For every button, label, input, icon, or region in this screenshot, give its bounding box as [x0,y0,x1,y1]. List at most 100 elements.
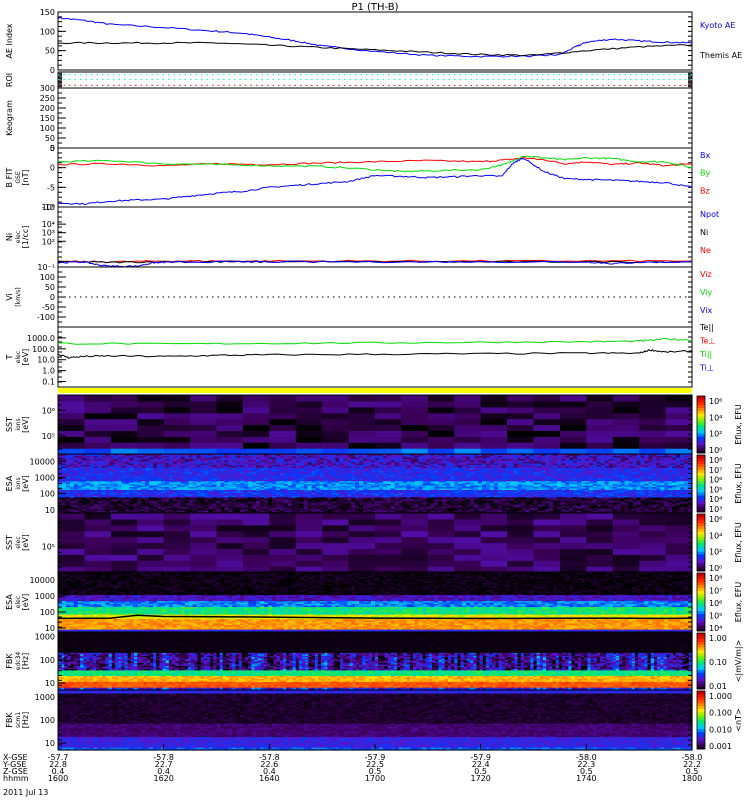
spectrogram-cell [454,425,481,432]
spectrogram-cell [58,436,85,443]
legend-bx: Bx [700,151,710,160]
spectrogram-cell [428,401,455,408]
spectrogram-cell [190,419,217,426]
spectrogram-cell [481,419,508,426]
spectrogram-cell [190,407,217,414]
ni-frame [58,207,692,267]
y-tick-label: 50 [45,47,55,56]
panel-t: 0.11.010.0100.01000.0Telec[eV]Te||Te⊥Ti|… [5,323,715,387]
spectrogram-cell [666,425,693,432]
panel-keogram: 050100150200250300Keogram [5,84,692,153]
spectrogram-cell [164,413,191,420]
spectrogram-cell [534,401,561,408]
y-axis-label: Vi [5,293,14,301]
spectrogram-cell [507,395,534,402]
spectrogram-cell [375,425,402,432]
spectrogram-cell [586,436,613,443]
spectrogram-cell [639,401,666,408]
y-tick-label: 100.0 [32,345,55,354]
y-tick-label: 100 [40,124,55,133]
y-axis-label: [1/cc] [21,226,30,249]
spectrogram-cell [217,395,244,402]
spectrogram-cell [243,425,270,432]
spectrogram-cell [164,442,191,449]
spectrogram-cell [507,436,534,443]
colorbar-tick-label: 10⁶ [709,397,722,406]
y-tick-label: 5 [50,144,55,153]
spectrogram-cell [349,436,376,443]
spectrogram-cell [137,395,164,402]
spectrogram-cell [375,407,402,414]
spectrogram-cell [296,442,323,449]
legend-kyoto-ae: Kyoto AE [700,21,735,30]
series-bx [58,159,692,205]
spectrogram-cell [190,401,217,408]
spectrogram-cell [84,442,111,449]
spectrogram-cell [269,419,296,426]
spectrogram-cell [58,401,85,408]
legend-ti-: Ti|| [699,350,712,359]
y-tick-label: 200 [40,104,55,113]
y-tick-label: 10³ [42,229,55,238]
spectrogram-cell [137,442,164,449]
spectrogram-cell [401,407,428,414]
spectrogram-cell [639,407,666,414]
spectrogram-cell [243,419,270,426]
y-axis-label: B FIT [5,167,14,187]
spectrogram-cell [269,425,296,432]
spectrogram-cell [296,430,323,437]
spectrogram-cell [243,413,270,420]
legend-ni: Ni [700,228,708,237]
spectrogram-cell [217,419,244,426]
spectrogram-cell [375,401,402,408]
spectrogram-cell [269,430,296,437]
panel-bfit: -10-505B FITGSE[nT]BxByBz [5,144,710,212]
spectrogram-cell [401,425,428,432]
spectrogram-cell [586,401,613,408]
spectrogram-cell [190,430,217,437]
spectrogram-cell [269,395,296,402]
y-tick-label: 10⁵ [42,432,55,441]
y-tick-label: 10.0 [37,356,55,365]
spectrogram-cell [666,413,693,420]
spectrogram-cell [560,425,587,432]
colorbar-segment [697,447,705,450]
spectrogram-cell [481,407,508,414]
y-tick-label: 0 [50,164,55,173]
spectrogram-cell [137,430,164,437]
sst-ion-spectrogram-cells [58,395,693,455]
spectrogram-cell [322,407,349,414]
spectrogram-cell [666,442,693,449]
spectrogram-cell [507,413,534,420]
spectrogram-cell [190,413,217,420]
y-axis-label: AE Index [5,23,14,58]
spectrogram-cell [375,395,402,402]
spectrogram-cell [84,413,111,420]
spectrogram-cell [613,442,640,449]
spectrogram-cell [507,407,534,414]
esa-ion-spectrogram-cells [58,454,693,514]
y-tick-label: 10⁴ [42,220,55,229]
spectrogram-cell [428,407,455,414]
legend-te-: Te⊥ [699,337,715,346]
spectrogram-cell [586,419,613,426]
spectrogram-cell [401,436,428,443]
legend-ti-: Ti⊥ [699,364,714,373]
spectrogram-cell [137,407,164,414]
spectrogram-cell [639,425,666,432]
spectrogram-cell [401,401,428,408]
spectrogram-cell [111,442,138,449]
spectrogram-cell [534,407,561,414]
legend-ne: Ne [700,246,711,255]
spectrogram-cell [481,401,508,408]
spectrogram-cell [401,419,428,426]
spectrogram-cell [137,413,164,420]
legend-by: By [700,169,710,178]
spectrogram-cell [481,425,508,432]
sst-ion-colorbar: 10⁰10²10⁴10⁶Eflux, EFU [697,396,743,455]
colorbar-segment [697,425,705,428]
spectrogram-cell [613,419,640,426]
colorbar-tick-label: 10⁴ [709,413,722,422]
spectrogram-cell [507,401,534,408]
spectrogram-cell [349,425,376,432]
